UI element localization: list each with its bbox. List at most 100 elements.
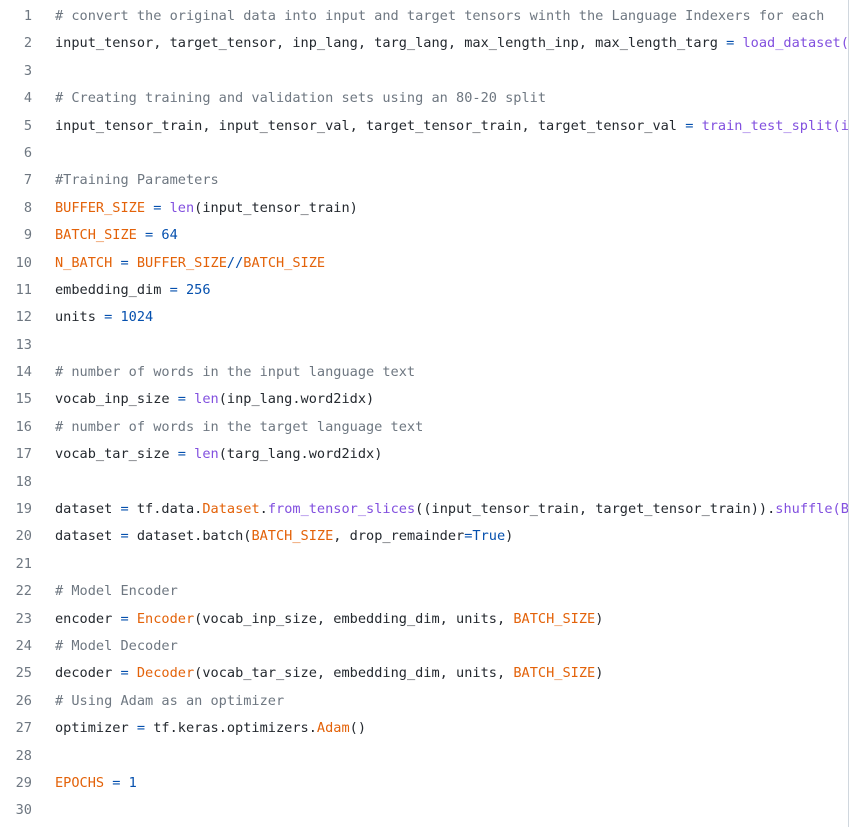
code-line[interactable]: 22 # Model Encoder (0, 578, 848, 605)
code-token: optimizer (55, 720, 137, 737)
code-line[interactable]: 20 dataset = dataset.batch(BATCH_SIZE, dr… (0, 523, 848, 550)
code-line[interactable]: 5 input_tensor_train, input_tensor_val, t… (0, 113, 848, 140)
code-line[interactable]: 18 (0, 469, 848, 496)
code-token: True (472, 528, 506, 545)
code-token: = (120, 528, 129, 545)
code-token: = (169, 281, 178, 298)
code-token: 1 (128, 774, 137, 791)
code-token: Dataset (202, 501, 260, 518)
code-line[interactable]: 7 #Training Parameters (0, 167, 848, 194)
code-token: input_tensor, target_tensor, inp_lang, t… (55, 35, 727, 52)
code-line[interactable]: 16 # number of words in the target langua… (0, 414, 848, 441)
code-line[interactable]: 6 (0, 140, 848, 167)
code-token: ) (505, 528, 514, 545)
code-token: # number of words in the input language … (55, 364, 416, 381)
code-text[interactable]: # number of words in the input language … (55, 359, 415, 386)
code-token: , drop_remainder (333, 528, 465, 545)
code-line[interactable]: 4 # Creating training and validation sets… (0, 85, 848, 112)
code-line[interactable]: 14 # number of words in the input languag… (0, 359, 848, 386)
code-line[interactable]: 27 optimizer = tf.keras.optimizers.Adam() (0, 715, 848, 742)
code-token: # Model Encoder (55, 583, 178, 600)
line-number: 16 (15, 418, 32, 435)
code-text[interactable]: #Training Parameters (55, 167, 219, 194)
line-number: 29 (15, 774, 32, 791)
code-line[interactable]: 12 units = 1024 (0, 304, 848, 331)
code-line[interactable]: 8 BUFFER_SIZE = len(input_tensor_train) (0, 195, 848, 222)
code-text[interactable]: dataset = tf.data.Dataset.from_tensor_sl… (55, 496, 848, 523)
line-number: 27 (15, 720, 32, 737)
code-line[interactable]: 11 embedding_dim = 256 (0, 277, 848, 304)
code-token: (input_tensor_train) (194, 199, 358, 216)
code-text[interactable]: vocab_tar_size = len(targ_lang.word2idx) (55, 441, 382, 468)
code-token: #Training Parameters (55, 172, 219, 189)
code-text[interactable]: embedding_dim = 256 (55, 277, 211, 304)
code-text[interactable]: EPOCHS = 1 (55, 770, 137, 797)
code-text[interactable]: input_tensor, target_tensor, inp_lang, t… (55, 30, 848, 57)
code-token: BATCH_SIZE (55, 227, 137, 244)
code-text[interactable]: BATCH_SIZE = 64 (55, 222, 178, 249)
code-text[interactable]: decoder = Decoder(vocab_tar_size, embedd… (55, 660, 603, 687)
code-text[interactable]: BUFFER_SIZE = len(input_tensor_train) (55, 195, 358, 222)
code-line[interactable]: 13 (0, 332, 848, 359)
code-line[interactable]: 19 dataset = tf.data.Dataset.from_tensor_… (0, 496, 848, 523)
code-line[interactable]: 26 # Using Adam as an optimizer (0, 688, 848, 715)
code-text[interactable]: # convert the original data into input a… (55, 3, 824, 30)
code-text[interactable]: # Creating training and validation sets … (55, 85, 546, 112)
code-line[interactable]: 25 decoder = Decoder(vocab_tar_size, embe… (0, 660, 848, 687)
code-text[interactable]: # Model Encoder (55, 578, 178, 605)
code-token: = (177, 446, 186, 463)
line-number: 2 (23, 35, 32, 52)
code-token: BATCH_SIZE (513, 610, 596, 627)
code-text[interactable]: # Model Decoder (55, 633, 178, 660)
code-line[interactable]: 10 N_BATCH = BUFFER_SIZE//BATCH_SIZE (0, 250, 848, 277)
code-token: # Model Decoder (55, 637, 178, 654)
code-line[interactable]: 15 vocab_inp_size = len(inp_lang.word2idx… (0, 386, 848, 413)
code-token: 64 (161, 227, 178, 244)
line-number: 6 (23, 144, 32, 161)
code-token: ) (595, 610, 604, 627)
code-text[interactable]: optimizer = tf.keras.optimizers.Adam() (55, 715, 366, 742)
code-line[interactable]: 1 # convert the original data into input … (0, 3, 848, 30)
code-token: BUFFER_SIZE (136, 254, 227, 271)
line-number: 30 (15, 802, 32, 819)
code-token: # Creating training and validation sets … (55, 90, 547, 107)
code-token: EPOCHS (55, 774, 105, 791)
code-line[interactable]: 17 vocab_tar_size = len(targ_lang.word2id… (0, 441, 848, 468)
line-number: 26 (15, 692, 32, 709)
code-line[interactable]: 28 (0, 743, 848, 770)
code-text[interactable]: # Using Adam as an optimizer (55, 688, 284, 715)
code-token: train_test_split(i (701, 117, 849, 134)
code-token: len (194, 391, 219, 408)
code-text[interactable]: # number of words in the target language… (55, 414, 423, 441)
code-token: = (136, 720, 146, 737)
code-token: // (226, 254, 244, 271)
code-token: vocab_tar_size (55, 446, 178, 463)
line-number: 1 (23, 8, 32, 24)
code-token: N_BATCH (55, 254, 113, 271)
code-line[interactable]: 24 # Model Decoder (0, 633, 848, 660)
code-text[interactable]: input_tensor_train, input_tensor_val, ta… (55, 113, 849, 140)
code-line[interactable]: 30 (0, 797, 848, 824)
code-text[interactable]: N_BATCH = BUFFER_SIZE//BATCH_SIZE (55, 250, 325, 277)
code-line[interactable]: 9 BATCH_SIZE = 64 (0, 222, 848, 249)
code-token: = (145, 227, 154, 244)
code-text[interactable]: vocab_inp_size = len(inp_lang.word2idx) (55, 386, 374, 413)
code-line[interactable]: 29 EPOCHS = 1 (0, 770, 848, 797)
code-text[interactable]: dataset = dataset.batch(BATCH_SIZE, drop… (55, 523, 513, 550)
code-line[interactable]: 3 (0, 58, 848, 85)
code-token: = (120, 254, 129, 271)
code-text[interactable]: encoder = Encoder(vocab_inp_size, embedd… (55, 606, 603, 633)
code-editor[interactable]: 1 # convert the original data into input … (0, 0, 849, 827)
code-line[interactable]: 23 encoder = Encoder(vocab_inp_size, embe… (0, 606, 848, 633)
code-text[interactable]: units = 1024 (55, 304, 153, 331)
code-line[interactable]: 21 (0, 551, 848, 578)
code-token: (targ_lang.word2idx) (218, 446, 383, 463)
code-token: encoder (55, 610, 121, 627)
line-number: 13 (15, 336, 32, 353)
code-line[interactable]: 2 input_tensor, target_tensor, inp_lang, … (0, 30, 848, 57)
